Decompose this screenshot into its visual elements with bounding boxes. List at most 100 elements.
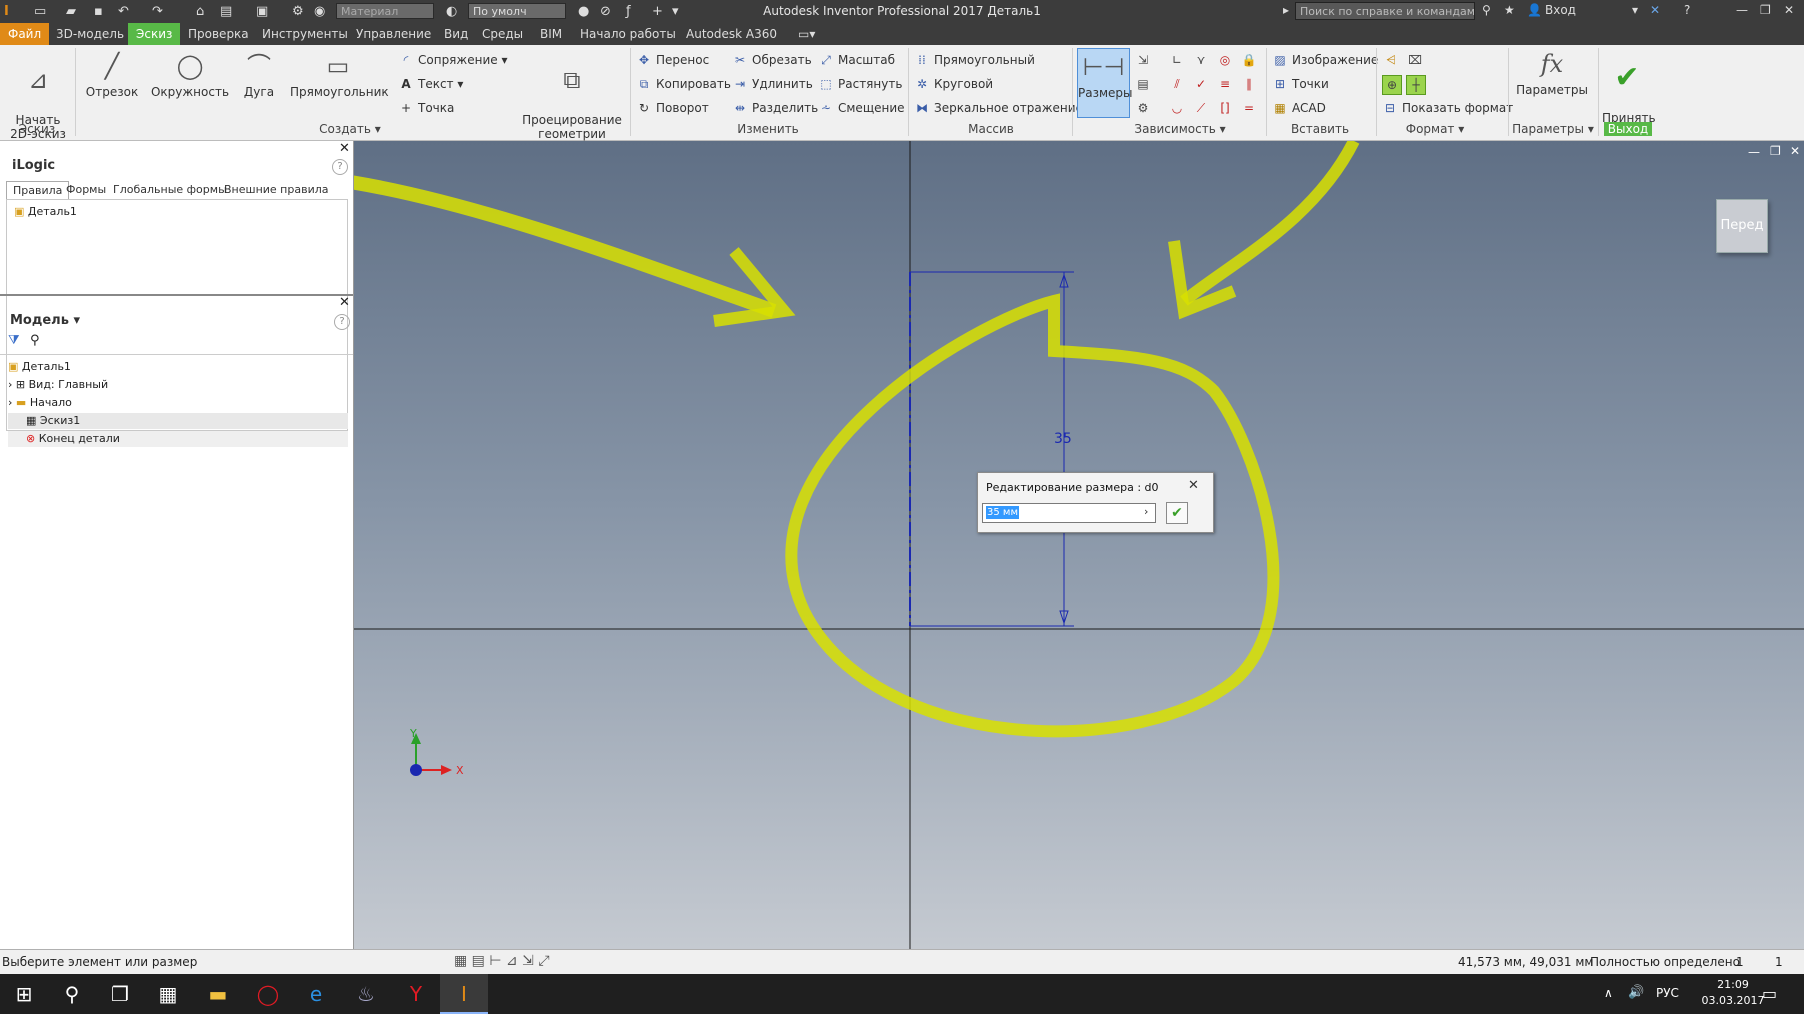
dimension-value-input[interactable]: 35 мм: [982, 503, 1156, 523]
panel-divider[interactable]: [0, 294, 353, 296]
acad-button[interactable]: ▦ ACAD: [1272, 99, 1326, 117]
vertical-icon[interactable]: ∥: [1240, 75, 1258, 93]
group-label-parameters[interactable]: Параметры ▾: [1510, 122, 1596, 136]
group-label-format[interactable]: Формат ▾: [1380, 122, 1490, 136]
construction-icon[interactable]: ⩤: [1382, 51, 1400, 69]
language-indicator[interactable]: РУС: [1656, 986, 1679, 1000]
horizontal-icon[interactable]: ≡: [1216, 75, 1234, 93]
store-icon[interactable]: ▦: [144, 974, 192, 1014]
tray-arrow-icon[interactable]: ∧: [1604, 986, 1613, 1000]
yandex-browser-icon[interactable]: Y: [392, 974, 440, 1014]
start-windows-icon[interactable]: ⊞: [0, 974, 48, 1014]
arc-button[interactable]: ⌒ Дуга: [236, 51, 282, 99]
show-constraints-icon[interactable]: ▤: [1134, 75, 1152, 93]
rotate-button[interactable]: ↻ Поворот: [636, 99, 709, 117]
value-menu-arrow-icon[interactable]: ›: [1144, 505, 1148, 518]
circular-pattern-button[interactable]: ✲ Круговой: [914, 75, 993, 93]
image-button[interactable]: ▨ Изображение: [1272, 51, 1378, 69]
smooth-icon[interactable]: ⟋: [1192, 99, 1210, 117]
minimize-icon[interactable]: —: [1736, 3, 1748, 17]
help-search-input[interactable]: Поиск по справке и командам: [1295, 2, 1475, 20]
menu-manage[interactable]: Управление: [348, 23, 439, 45]
parameters-button[interactable]: fx Параметры: [1514, 49, 1590, 97]
binoculars-icon[interactable]: ⚲: [1482, 3, 1491, 17]
search-icon[interactable]: ⚲: [30, 333, 40, 348]
ribbon-display-icon[interactable]: ▭▾: [790, 23, 823, 45]
tab-global-forms[interactable]: Глобальные формы: [107, 181, 233, 199]
dialog-close-icon[interactable]: ✕: [1188, 478, 1199, 493]
coincident-icon[interactable]: ∟: [1168, 51, 1186, 69]
volume-icon[interactable]: 🔊: [1628, 985, 1644, 1000]
menu-environments[interactable]: Среды: [474, 23, 531, 45]
list-item[interactable]: ▣ Деталь1: [14, 204, 77, 220]
expand-icon[interactable]: ›: [8, 396, 12, 409]
rect-pattern-button[interactable]: ⁞⁞ Прямоугольный: [914, 51, 1035, 69]
concentric-icon[interactable]: ◎: [1216, 51, 1234, 69]
show-format-button[interactable]: ⊟ Показать формат: [1382, 99, 1513, 117]
task-view-icon[interactable]: ❐: [96, 974, 144, 1014]
graphics-viewport[interactable]: — ❐ ✕ Перед 35 Y X: [354, 141, 1804, 949]
star-icon[interactable]: ★: [1504, 3, 1515, 17]
centerline-icon[interactable]: ┼: [1406, 75, 1426, 95]
group-label-create[interactable]: Создать ▾: [300, 122, 400, 136]
filter-icon[interactable]: ⧩: [8, 333, 20, 348]
menu-3d-model[interactable]: 3D-модель: [48, 23, 132, 45]
symmetric-icon[interactable]: []: [1216, 99, 1234, 117]
perpendicular-icon[interactable]: ✓: [1192, 75, 1210, 93]
rectangle-button[interactable]: ▭ Прямоугольник: [290, 51, 389, 99]
centerpoint-icon[interactable]: ⊕: [1382, 75, 1402, 95]
dimension-button[interactable]: ⊢⊣ Размеры: [1077, 48, 1133, 118]
circle-button[interactable]: ◯ Окружность: [150, 51, 230, 99]
menu-a360[interactable]: Autodesk A360: [678, 23, 785, 45]
fix-lock-icon[interactable]: 🔒: [1240, 51, 1258, 69]
help-icon[interactable]: ?: [1684, 3, 1690, 17]
constraint-settings-icon[interactable]: ⚙: [1134, 99, 1152, 117]
clock-date[interactable]: 03.03.2017: [1696, 994, 1770, 1007]
inventor-taskbar-icon[interactable]: I: [440, 974, 488, 1014]
project-geometry-button[interactable]: ⧉ Проецирование геометрии: [520, 51, 624, 141]
exchange-icon[interactable]: ✕: [1650, 3, 1660, 17]
tree-item-origin[interactable]: › ▬ Начало: [8, 395, 72, 411]
tangent-icon[interactable]: ◡: [1168, 99, 1186, 117]
copy-button[interactable]: ⧉ Копировать: [636, 75, 731, 93]
equal-icon[interactable]: =: [1240, 99, 1258, 117]
group-label-constrain[interactable]: Зависимость ▾: [1120, 122, 1240, 136]
move-button[interactable]: ✥ Перенос: [636, 51, 709, 69]
driven-dimension-icon[interactable]: ⌧: [1406, 51, 1424, 69]
menu-bim[interactable]: BIM: [532, 23, 570, 45]
tab-external-rules[interactable]: Внешние правила: [218, 181, 335, 199]
notifications-icon[interactable]: ▭: [1762, 984, 1777, 1003]
close-icon[interactable]: ✕: [1784, 3, 1794, 17]
edge-icon[interactable]: e: [292, 974, 340, 1014]
expand-arrow-icon[interactable]: ▸: [1283, 3, 1289, 17]
text-button[interactable]: A Текст ▾: [398, 75, 463, 93]
parallel-icon[interactable]: ⫽: [1168, 75, 1186, 93]
expand-icon[interactable]: ›: [8, 378, 12, 391]
menu-get-started[interactable]: Начало работы: [572, 23, 684, 45]
collinear-icon[interactable]: ⋎: [1192, 51, 1210, 69]
search-icon[interactable]: ⚲: [48, 974, 96, 1014]
points-button[interactable]: ⊞ Точки: [1272, 75, 1329, 93]
tab-forms[interactable]: Формы: [60, 181, 112, 199]
offset-button[interactable]: ⩪ Смещение: [818, 99, 905, 117]
login-dropdown-icon[interactable]: ▾: [1632, 3, 1638, 17]
clock-time[interactable]: 21:09: [1704, 978, 1762, 991]
tree-item-view[interactable]: › ⊞ Вид: Главный: [8, 377, 108, 393]
scale-button[interactable]: ⤢ Масштаб: [818, 51, 895, 69]
point-button[interactable]: + Точка: [398, 99, 454, 117]
tree-item-part[interactable]: ▣ Деталь1: [8, 359, 71, 375]
accept-checkmark-icon[interactable]: ✔: [1166, 502, 1188, 524]
menu-file[interactable]: Файл: [0, 23, 50, 45]
opera-icon[interactable]: ◯: [244, 974, 292, 1014]
trim-button[interactable]: ✂ Обрезать: [732, 51, 812, 69]
split-button[interactable]: ⇹ Разделить: [732, 99, 818, 117]
restore-icon[interactable]: ❐: [1760, 3, 1771, 17]
dimension-text[interactable]: 35: [1054, 431, 1072, 447]
menu-view[interactable]: Вид: [436, 23, 476, 45]
file-explorer-icon[interactable]: ▬: [194, 974, 242, 1014]
mirror-button[interactable]: ⧓ Зеркальное отражение: [914, 99, 1083, 117]
menu-sketch[interactable]: Эскиз: [128, 23, 181, 45]
tree-item-end-of-part[interactable]: ⊗ Конец детали: [8, 431, 348, 447]
close-model-icon[interactable]: ✕: [339, 295, 350, 310]
menu-inspect[interactable]: Проверка: [180, 23, 257, 45]
